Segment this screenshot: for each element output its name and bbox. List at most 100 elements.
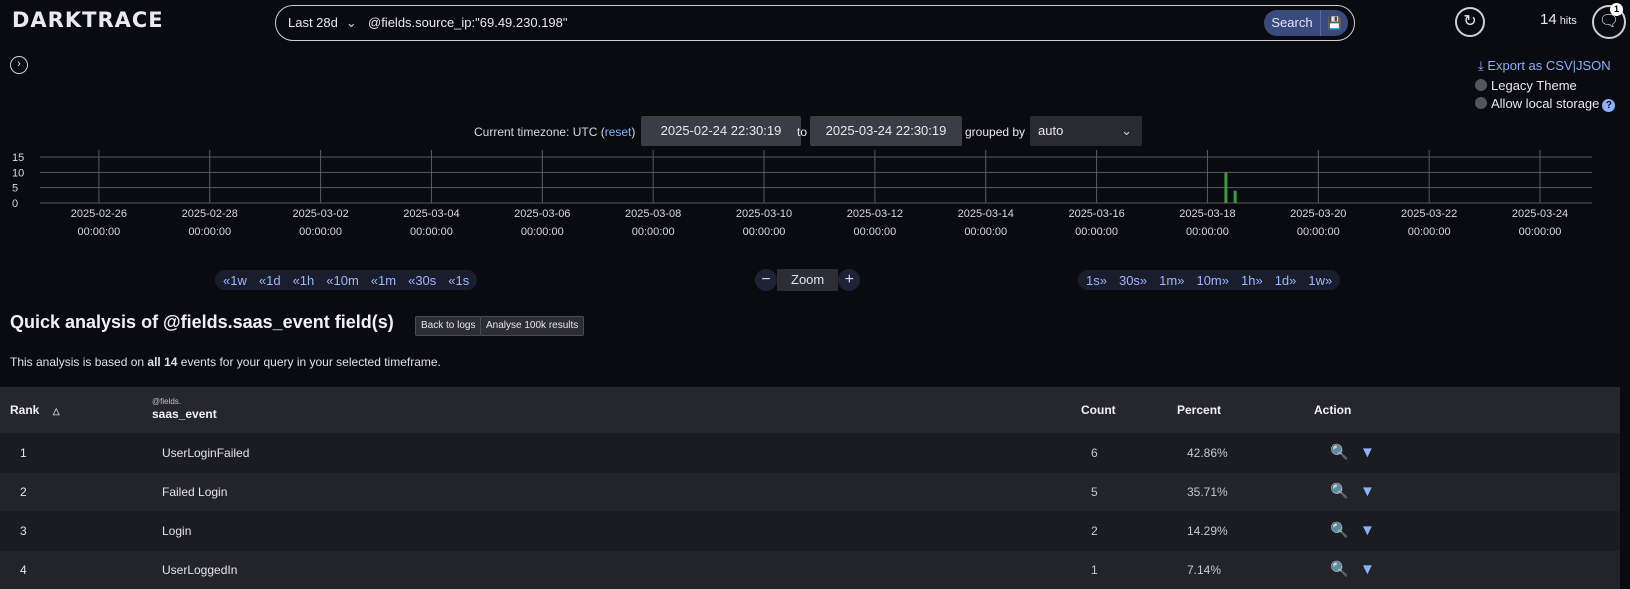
zoom-in-button[interactable]: + xyxy=(838,269,861,291)
nav-forward-button[interactable]: 1h» xyxy=(1241,273,1263,288)
x-tick-time: 00:00:00 xyxy=(1186,226,1229,238)
zoom-out-button[interactable]: − xyxy=(755,269,777,291)
filter-icon[interactable]: ▼ xyxy=(1360,473,1375,511)
grouped-by-select[interactable]: auto ⌄ xyxy=(1030,116,1142,146)
export-link[interactable]: ⤓ Export as CSV|JSON xyxy=(1478,58,1611,74)
nav-back-button[interactable]: «1h xyxy=(293,273,315,288)
save-icon: 💾 xyxy=(1327,16,1342,30)
grouped-by-label: grouped by xyxy=(965,125,1026,139)
back-to-logs-button[interactable]: Back to logs xyxy=(415,316,482,336)
search-icon[interactable]: 🔍 xyxy=(1330,512,1349,550)
table-header: Rank △ @fields. saas_event Count Percent… xyxy=(0,387,1620,433)
notification-badge: 1 xyxy=(1610,3,1623,16)
count-header[interactable]: Count xyxy=(1081,387,1116,433)
nav-forward-button[interactable]: 30s» xyxy=(1119,273,1147,288)
allow-storage-label: Allow local storage xyxy=(1491,96,1600,111)
rank-header[interactable]: Rank △ xyxy=(10,387,60,434)
analysis-description: This analysis is based on all 14 events … xyxy=(10,355,441,369)
x-tick-time: 00:00:00 xyxy=(1297,226,1340,238)
search-icon[interactable]: 🔍 xyxy=(1330,551,1349,589)
filter-icon[interactable]: ▼ xyxy=(1360,434,1375,472)
search-button[interactable]: Search xyxy=(1264,10,1320,36)
x-tick-time: 00:00:00 xyxy=(632,226,675,238)
chevron-down-icon: ⌄ xyxy=(345,15,357,30)
nav-forward-button[interactable]: 1d» xyxy=(1275,273,1297,288)
percent-cell: 35.71% xyxy=(1187,485,1228,499)
nav-back-button[interactable]: «30s xyxy=(408,273,436,288)
percent-header[interactable]: Percent xyxy=(1177,387,1221,433)
rank-cell: 1 xyxy=(20,446,27,460)
y-tick-label: 5 xyxy=(12,183,18,195)
x-tick-time: 00:00:00 xyxy=(743,226,786,238)
x-tick-date: 2025-03-08 xyxy=(625,208,681,220)
nav-back-button[interactable]: «1m xyxy=(371,273,396,288)
value-cell: Failed Login xyxy=(162,485,228,499)
zoom-label: Zoom xyxy=(777,269,839,291)
toggle-indicator xyxy=(1475,97,1487,109)
x-tick-time: 00:00:00 xyxy=(299,226,342,238)
field-header[interactable]: saas_event xyxy=(152,407,217,421)
refresh-button[interactable]: ↻ xyxy=(1455,7,1485,37)
time-forward-nav: 1s» 30s» 1m» 10m» 1h» 1d» 1w» xyxy=(1078,270,1341,290)
rank-cell: 2 xyxy=(20,485,27,499)
time-range-value: Last 28d xyxy=(288,15,338,30)
rank-cell: 4 xyxy=(20,563,27,577)
legacy-theme-toggle[interactable]: Legacy Theme xyxy=(1475,78,1577,93)
hits-label: hits xyxy=(1559,15,1577,27)
table-row: 2 Failed Login 5 35.71% 🔍 ▼ xyxy=(0,472,1620,511)
desc-text: events for your query in your selected t… xyxy=(177,355,441,369)
histogram-bar[interactable] xyxy=(1224,172,1228,203)
x-tick-date: 2025-03-20 xyxy=(1290,208,1346,220)
to-label: to xyxy=(797,125,808,139)
to-datetime-input[interactable]: 2025-03-24 22:30:19 xyxy=(810,116,962,146)
x-tick-time: 00:00:00 xyxy=(1075,226,1118,238)
time-back-nav: «1w «1d «1h «10m «1m «30s «1s xyxy=(215,270,478,290)
value-cell: UserLoginFailed xyxy=(162,446,250,460)
x-tick-time: 00:00:00 xyxy=(521,226,564,238)
y-tick-label: 10 xyxy=(12,167,24,179)
nav-back-button[interactable]: «1d xyxy=(259,273,281,288)
percent-cell: 7.14% xyxy=(1187,563,1222,577)
from-datetime-input[interactable]: 2025-02-24 22:30:19 xyxy=(641,116,801,146)
analysis-title: Quick analysis of @fields.saas_event fie… xyxy=(10,312,394,332)
reset-timezone-link[interactable]: reset xyxy=(605,125,632,139)
filter-icon[interactable]: ▼ xyxy=(1360,551,1375,589)
chevron-right-icon: › xyxy=(17,58,21,70)
nav-forward-button[interactable]: 1m» xyxy=(1159,273,1184,288)
nav-forward-button[interactable]: 1w» xyxy=(1308,273,1332,288)
rank-cell: 3 xyxy=(20,524,27,538)
toggle-indicator xyxy=(1475,79,1487,91)
nav-forward-button[interactable]: 10m» xyxy=(1196,273,1229,288)
nav-forward-button[interactable]: 1s» xyxy=(1086,273,1107,288)
help-icon[interactable]: ? xyxy=(1602,99,1616,112)
x-tick-date: 2025-03-04 xyxy=(403,208,459,220)
allow-storage-toggle[interactable]: Allow local storage? xyxy=(1475,96,1616,112)
nav-back-button[interactable]: «1s xyxy=(448,273,469,288)
action-header: Action xyxy=(1314,403,1352,417)
nav-back-button[interactable]: «10m xyxy=(326,273,359,288)
count-cell: 6 xyxy=(1091,446,1098,460)
x-tick-time: 00:00:00 xyxy=(1408,226,1451,238)
timezone-close: ) xyxy=(631,125,636,139)
event-histogram[interactable]: 15 10 5 0 2025-02-26 00:00:00 2025-02-28 00:00:… xyxy=(0,150,1630,245)
count-cell: 5 xyxy=(1091,485,1098,499)
value-cell: Login xyxy=(162,524,192,538)
save-query-button[interactable]: 💾 xyxy=(1320,10,1348,36)
filter-icon[interactable]: ▼ xyxy=(1360,512,1375,550)
analyse-results-button[interactable]: Analyse 100k results xyxy=(480,316,585,336)
nav-back-button[interactable]: «1w xyxy=(223,273,247,288)
x-tick-date: 2025-03-02 xyxy=(292,208,348,220)
refresh-icon: ↻ xyxy=(1463,13,1477,30)
search-icon[interactable]: 🔍 xyxy=(1330,473,1349,511)
search-input[interactable]: @fields.source_ip:"69.49.230.198" xyxy=(368,15,568,30)
expand-sidebar-button[interactable]: › xyxy=(10,56,28,74)
download-icon: ⤓ xyxy=(1478,58,1484,73)
x-tick-time: 00:00:00 xyxy=(77,226,120,238)
timezone-info: Current timezone: UTC (reset) xyxy=(474,125,635,139)
time-range-select[interactable]: Last 28d ⌄ xyxy=(288,15,357,31)
search-icon[interactable]: 🔍 xyxy=(1330,434,1349,472)
x-tick-date: 2025-03-18 xyxy=(1179,208,1235,220)
value-cell: UserLoggedIn xyxy=(162,563,238,577)
histogram-bar[interactable] xyxy=(1233,190,1237,203)
chevron-down-icon: ⌄ xyxy=(1121,123,1132,138)
